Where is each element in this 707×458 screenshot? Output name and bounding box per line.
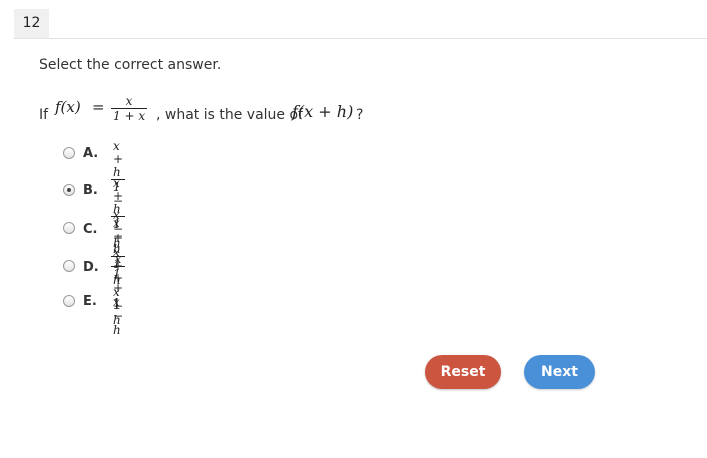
instruction-text: Select the correct answer. — [39, 57, 222, 73]
fraction-numerator: x − h — [113, 216, 124, 256]
question-equals: = — [92, 98, 105, 116]
fraction-numerator: x + h — [113, 176, 124, 216]
radio-button[interactable] — [63, 295, 75, 307]
question-lhs: f(x) — [55, 98, 81, 116]
divider — [14, 38, 707, 39]
question-suffix: ? — [356, 107, 364, 123]
radio-button[interactable] — [63, 222, 75, 234]
question-number: 12 — [14, 9, 49, 38]
fraction-numerator: x — [114, 252, 122, 266]
option-letter: C. — [83, 222, 98, 237]
fraction-numerator: x + h — [113, 139, 124, 179]
option-letter: D. — [83, 260, 99, 275]
fraction-numerator: x — [125, 94, 133, 108]
option-letter: B. — [83, 183, 98, 198]
question-middle: , what is the value of — [156, 107, 303, 123]
reset-button[interactable]: Reset — [425, 355, 501, 389]
radio-button-selected[interactable] — [63, 184, 75, 196]
next-button[interactable]: Next — [524, 355, 595, 389]
option-value: 1 — [112, 295, 122, 313]
question-fraction: x 1 + x — [111, 94, 148, 123]
fraction-denominator: 1 + x — [113, 109, 146, 123]
radio-button[interactable] — [63, 260, 75, 272]
radio-button[interactable] — [63, 147, 75, 159]
question-target: f(x + h) — [292, 102, 354, 121]
option-letter: A. — [83, 146, 99, 161]
option-letter: E. — [83, 294, 97, 309]
question-prefix: If — [39, 107, 49, 123]
